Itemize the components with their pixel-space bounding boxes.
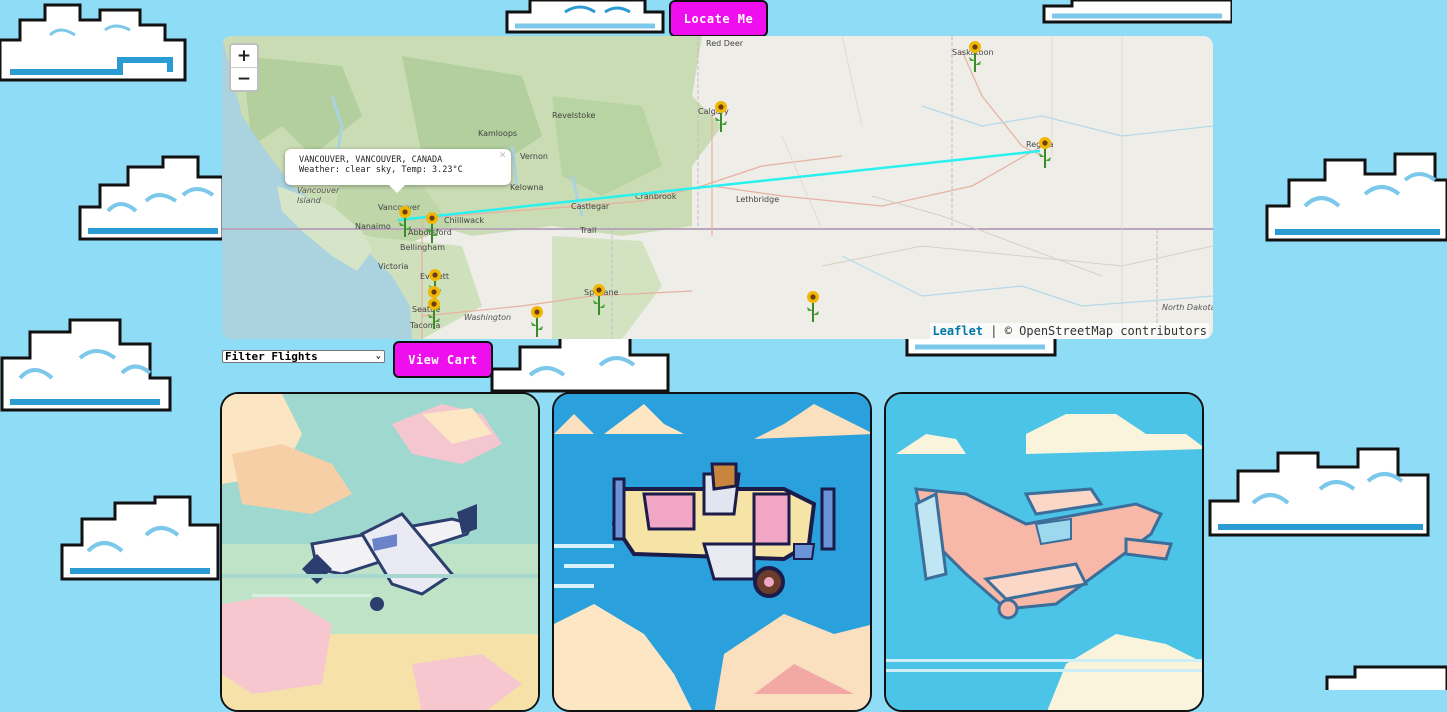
plane-card-1[interactable] bbox=[220, 392, 540, 712]
plane-image bbox=[222, 394, 538, 710]
leaflet-link[interactable]: Leaflet bbox=[932, 324, 983, 338]
popup-title: VANCOUVER, VANCOUVER, CANADA bbox=[299, 155, 443, 165]
flight-route-line bbox=[397, 149, 1041, 222]
sunflower-marker-icon[interactable] bbox=[714, 101, 728, 133]
plane-card-3[interactable] bbox=[884, 392, 1204, 712]
weather-popup: × VANCOUVER, VANCOUVER, CANADA Weather: … bbox=[285, 149, 511, 193]
view-cart-button[interactable]: View Cart bbox=[393, 341, 493, 378]
sunflower-marker-icon[interactable] bbox=[427, 298, 441, 330]
sunflower-marker-icon[interactable] bbox=[968, 41, 982, 73]
filter-selected-value: Filter Flights bbox=[225, 350, 318, 363]
cloud-decoration bbox=[1042, 0, 1232, 24]
plane-image bbox=[554, 394, 870, 710]
cloud-decoration bbox=[0, 3, 187, 82]
cloud-decoration bbox=[490, 335, 670, 393]
zoom-control: + − bbox=[229, 43, 259, 92]
attribution-separator: | © bbox=[983, 324, 1020, 338]
cloud-decoration bbox=[505, 0, 665, 34]
locate-me-button[interactable]: Locate Me bbox=[669, 0, 768, 37]
plane-card-2[interactable] bbox=[552, 392, 872, 712]
filter-flights-select[interactable]: Filter Flights ⌄ bbox=[222, 350, 385, 363]
osm-link[interactable]: OpenStreetMap contributors bbox=[1019, 324, 1207, 338]
flight-map[interactable]: Red Deer Saskatoon Calgary Revelstoke Ka… bbox=[222, 36, 1213, 339]
map-attribution: Leaflet | © OpenStreetMap contributors bbox=[930, 323, 1209, 339]
zoom-out-button[interactable]: − bbox=[231, 68, 257, 90]
popup-close-button[interactable]: × bbox=[499, 149, 506, 160]
sunflower-marker-icon[interactable] bbox=[530, 306, 544, 338]
sunflower-marker-icon[interactable] bbox=[1038, 137, 1052, 169]
plane-image bbox=[886, 394, 1202, 710]
chevron-down-icon: ⌄ bbox=[375, 351, 381, 361]
sunflower-marker-icon[interactable] bbox=[806, 291, 820, 323]
sunflower-marker-icon[interactable] bbox=[592, 284, 606, 316]
cloud-decoration bbox=[1325, 665, 1447, 690]
cloud-decoration bbox=[1208, 447, 1430, 537]
cloud-decoration bbox=[60, 495, 220, 581]
cloud-decoration bbox=[1265, 152, 1447, 242]
sunflower-marker-icon[interactable] bbox=[398, 206, 412, 238]
popup-weather: Weather: clear sky, Temp: 3.23°C bbox=[299, 165, 463, 175]
zoom-in-button[interactable]: + bbox=[231, 45, 257, 68]
sunflower-marker-icon[interactable] bbox=[425, 212, 439, 244]
cloud-decoration bbox=[0, 318, 172, 412]
cloud-decoration bbox=[78, 155, 225, 241]
